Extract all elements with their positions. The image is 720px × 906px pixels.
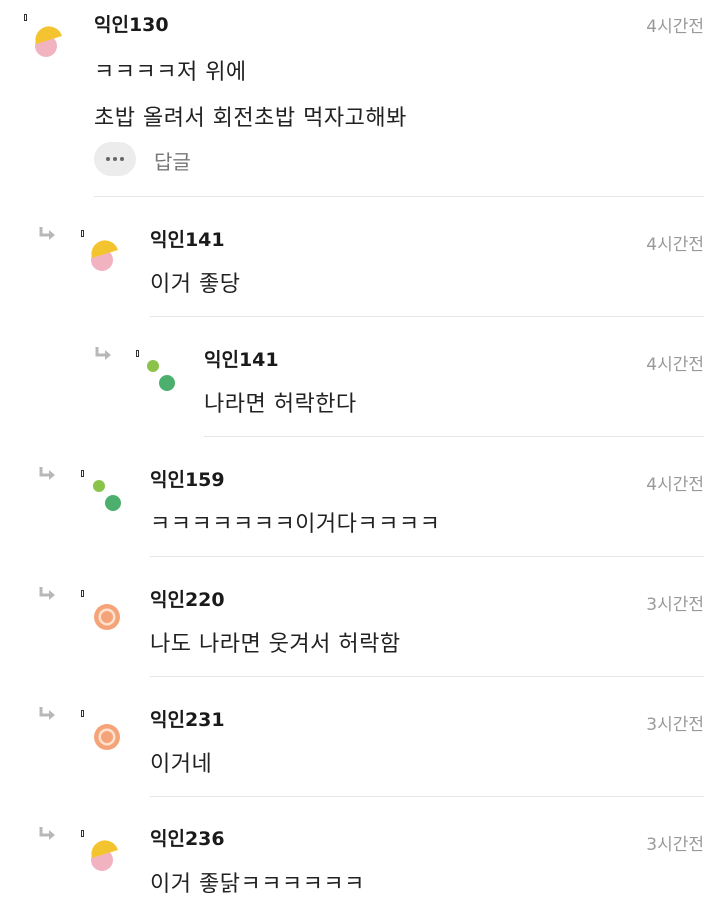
orange-ring-avatar-icon xyxy=(94,604,120,630)
divider xyxy=(150,316,704,317)
yellow-pink-avatar-icon xyxy=(91,840,118,871)
more-options-button[interactable] xyxy=(94,142,136,176)
marker-icon xyxy=(81,230,84,237)
reply-arrow-icon xyxy=(95,347,111,360)
comment-author[interactable]: 익인220 xyxy=(150,585,225,612)
reply-item: 익인141 4시간전 이거 좋당 xyxy=(0,200,720,320)
reply-item: 익인141 4시간전 나라면 허락한다 xyxy=(0,320,720,440)
reply-arrow-icon xyxy=(39,707,55,720)
reply-arrow-icon xyxy=(39,827,55,840)
reply-item: 익인236 3시간전 이거 좋닭ㅋㅋㅋㅋㅋㅋ xyxy=(0,800,720,906)
orange-ring-avatar-icon xyxy=(94,724,120,750)
reply-item: 익인231 3시간전 이거네 xyxy=(0,680,720,800)
marker-icon xyxy=(81,830,84,837)
yellow-pink-avatar-icon xyxy=(35,26,62,57)
divider xyxy=(150,676,704,677)
comment-text-line: 이거 좋당 xyxy=(150,272,241,297)
reply-arrow-icon xyxy=(39,587,55,600)
divider xyxy=(150,796,704,797)
marker-icon xyxy=(81,710,84,717)
comment-text-line: 이거 좋닭ㅋㅋㅋㅋㅋㅋ xyxy=(150,872,365,897)
divider xyxy=(150,556,704,557)
divider xyxy=(204,436,704,437)
divider xyxy=(94,196,704,197)
comment-item: 익인130 4시간전 ㅋㅋㅋㅋ저 위에 초밥 올려서 회전초밥 먹자고해봐 답글 xyxy=(0,0,720,200)
comment-time: 4시간전 xyxy=(646,235,704,255)
reply-item: 익인220 3시간전 나도 나라면 웃겨서 허락함 xyxy=(0,560,720,680)
comment-text-line: 초밥 올려서 회전초밥 먹자고해봐 xyxy=(94,106,407,131)
comment-text-line: 나라면 허락한다 xyxy=(204,392,357,417)
comment-time: 4시간전 xyxy=(646,355,704,375)
comment-author[interactable]: 익인159 xyxy=(150,465,225,492)
comment-text-line: 나도 나라면 웃겨서 허락함 xyxy=(150,632,401,657)
comment-author[interactable]: 익인130 xyxy=(94,10,169,37)
comment-author[interactable]: 익인236 xyxy=(150,824,225,851)
comment-time: 3시간전 xyxy=(646,835,704,855)
comment-author[interactable]: 익인141 xyxy=(204,345,279,372)
marker-icon xyxy=(24,14,27,21)
marker-icon xyxy=(81,470,84,477)
marker-icon xyxy=(81,590,84,597)
reply-item: 익인159 4시간전 ㅋㅋㅋㅋㅋㅋㅋ이거다ㅋㅋㅋㅋ xyxy=(0,440,720,560)
comment-time: 3시간전 xyxy=(646,595,704,615)
reply-arrow-icon xyxy=(39,467,55,480)
reply-arrow-icon xyxy=(39,227,55,240)
yellow-pink-avatar-icon xyxy=(91,240,118,271)
comment-text-line: ㅋㅋㅋㅋㅋㅋㅋ이거다ㅋㅋㅋㅋ xyxy=(150,512,441,537)
marker-icon xyxy=(136,350,139,357)
reply-button[interactable]: 답글 xyxy=(154,146,191,175)
comment-time: 4시간전 xyxy=(646,475,704,495)
comment-time: 4시간전 xyxy=(646,17,704,37)
comment-author[interactable]: 익인141 xyxy=(150,225,225,252)
comment-text-line: ㅋㅋㅋㅋ저 위에 xyxy=(94,60,247,85)
comment-time: 3시간전 xyxy=(646,715,704,735)
green-dots-avatar-icon xyxy=(93,480,121,511)
green-dots-avatar-icon xyxy=(147,360,175,391)
comment-author[interactable]: 익인231 xyxy=(150,705,225,732)
comment-text-line: 이거네 xyxy=(150,752,213,777)
